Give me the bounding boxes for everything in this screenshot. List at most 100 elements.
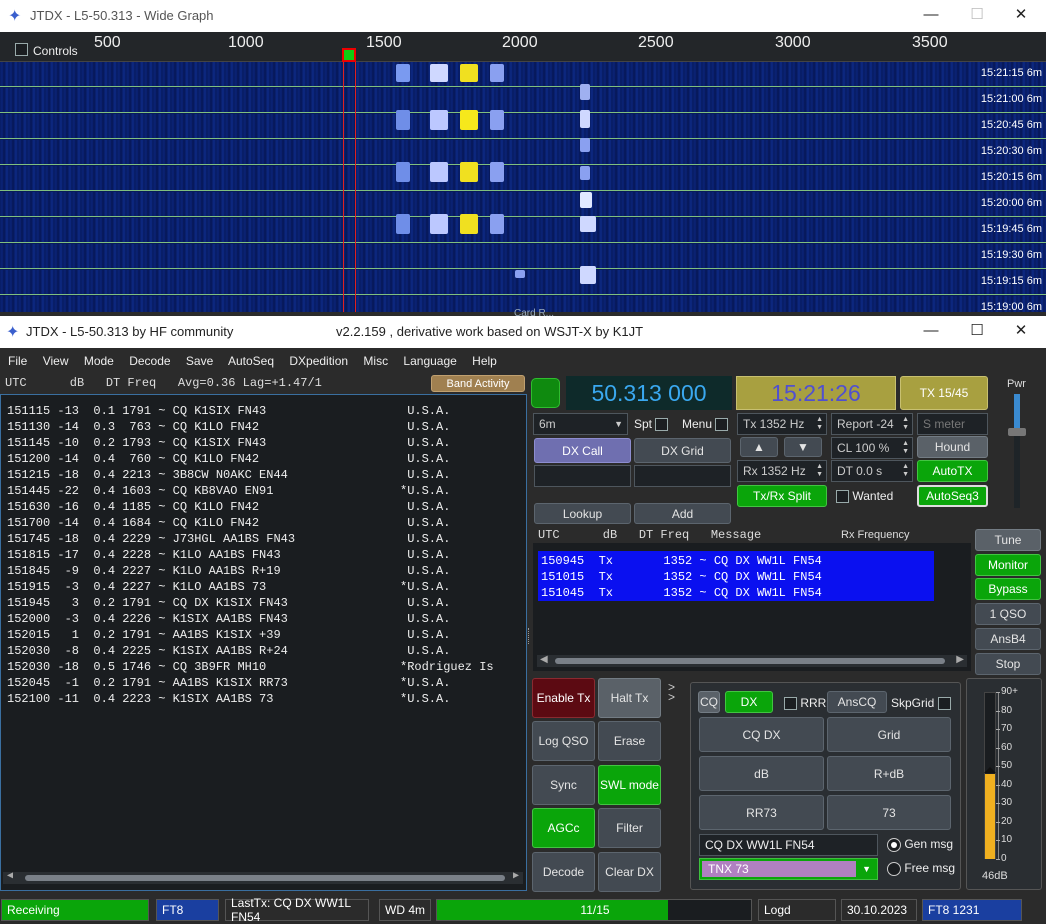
decode-row[interactable]: 151630 -16 0.4 1185 ~ CQ K1LO FN42 U.S.A… xyxy=(7,499,526,515)
cq-button[interactable]: CQ xyxy=(698,691,720,713)
scroll-thumb[interactable] xyxy=(555,658,945,664)
menu-file[interactable]: File xyxy=(8,354,27,368)
sync-button[interactable]: Sync xyxy=(532,765,595,805)
filter-button[interactable]: Filter xyxy=(598,808,661,848)
menu-mode[interactable]: Mode xyxy=(84,354,114,368)
decode-row[interactable]: 151200 -14 0.4 760 ~ CQ K1LO FN42 U.S.A. xyxy=(7,451,526,467)
scroll-left-icon[interactable]: ◀ xyxy=(7,870,13,882)
menu-autoseq[interactable]: AutoSeq xyxy=(228,354,274,368)
gen-msg-radio-group[interactable]: Gen msg xyxy=(887,837,953,852)
agcc-button[interactable]: AGCc xyxy=(532,808,595,848)
tx-freq-spinbox[interactable]: Tx 1352 Hz ▲ ▼ xyxy=(737,413,827,435)
menu-view[interactable]: View xyxy=(43,354,69,368)
decode-row[interactable]: 151915 -3 0.4 2227 ~ K1LO AA1BS 73 *U.S.A… xyxy=(7,579,526,595)
s-meter-input[interactable]: S meter xyxy=(917,413,988,435)
decode-row[interactable]: 151845 -9 0.4 2227 ~ K1LO AA1BS R+19 U.S… xyxy=(7,563,526,579)
spt-checkbox-group[interactable]: Spt xyxy=(634,417,669,432)
tx-message-row[interactable]: 151015 Tx 1352 ~ CQ DX WW1L FN54 xyxy=(541,569,934,585)
msg-rr73-button[interactable]: RR73 xyxy=(699,795,824,830)
decode-row[interactable]: 151130 -14 0.3 763 ~ CQ K1LO FN42 U.S.A. xyxy=(7,419,526,435)
dx-call-button[interactable]: DX Call xyxy=(534,438,631,463)
menu-misc[interactable]: Misc xyxy=(363,354,388,368)
tx-rx-split-button[interactable]: Tx/Rx Split xyxy=(737,485,827,507)
decode-row[interactable]: 151145 -10 0.2 1793 ~ CQ K1SIX FN43 U.S.… xyxy=(7,435,526,451)
log-qso-button[interactable]: Log QSO xyxy=(532,721,595,761)
spt-checkbox[interactable] xyxy=(655,418,669,432)
minimize-icon[interactable]: — xyxy=(908,316,954,346)
decode-row[interactable]: 151115 -13 0.1 1791 ~ CQ K1SIX FN43 U.S.… xyxy=(7,403,526,419)
msg-grid-button[interactable]: Grid xyxy=(827,717,951,752)
hound-button[interactable]: Hound xyxy=(917,436,988,458)
dial-frequency[interactable]: 50.313 000 xyxy=(566,376,732,410)
decode-row[interactable]: 152000 -3 0.4 2226 ~ K1SIX AA1BS FN43 U.… xyxy=(7,611,526,627)
waterfall[interactable]: 15:21:15 6m 15:21:00 6m 15:20:45 6m 15:2… xyxy=(0,62,1046,312)
skpgrid-checkbox[interactable] xyxy=(937,697,951,711)
tab-arrows-icon[interactable]: > > xyxy=(668,681,675,703)
free-msg-radio[interactable] xyxy=(887,861,901,876)
dx-grid-input[interactable] xyxy=(634,465,731,487)
scroll-thumb[interactable] xyxy=(25,875,505,881)
menu-decode[interactable]: Decode xyxy=(129,354,170,368)
dt-spinbox[interactable]: DT 0.0 s ▲ ▼ xyxy=(831,460,913,482)
wanted-checkbox-group[interactable]: Wanted xyxy=(836,489,893,504)
rrr-checkbox-group[interactable]: RRR xyxy=(784,696,826,711)
tx-freq-marker[interactable] xyxy=(342,48,356,62)
decode-row[interactable]: 151445 -22 0.4 1603 ~ CQ KB8VAO EN91 *U.S… xyxy=(7,483,526,499)
bypass-button[interactable]: Bypass xyxy=(975,578,1041,600)
tune-button[interactable]: Tune xyxy=(975,529,1041,551)
pwr-slider[interactable] xyxy=(1008,394,1026,508)
free-msg-radio-group[interactable]: Free msg xyxy=(887,861,955,876)
decode-row[interactable]: 151745 -18 0.4 2229 ~ J73HGL AA1BS FN43 … xyxy=(7,531,526,547)
maximize-icon[interactable]: ☐ xyxy=(954,0,1000,30)
tx-message-row[interactable]: 151045 Tx 1352 ~ CQ DX WW1L FN54 xyxy=(541,585,934,601)
menu-checkbox[interactable] xyxy=(715,418,729,432)
gen-msg-radio[interactable] xyxy=(887,837,901,852)
decode-row[interactable]: 152015 1 0.2 1791 ~ AA1BS K1SIX +39 U.S.… xyxy=(7,627,526,643)
msg-db-button[interactable]: dB xyxy=(699,756,824,791)
ansb4-button[interactable]: AnsB4 xyxy=(975,628,1041,650)
autotx-button[interactable]: AutoTX xyxy=(917,460,988,482)
decode-button[interactable]: Decode xyxy=(532,852,595,892)
free-msg-select[interactable]: TNX 73 ▼ xyxy=(699,858,878,880)
lookup-button[interactable]: Lookup xyxy=(534,503,631,524)
autoseq3-button[interactable]: AutoSeq3 xyxy=(917,485,988,507)
monitor-button[interactable]: Monitor xyxy=(975,554,1041,576)
halt-tx-button[interactable]: Halt Tx xyxy=(598,678,661,718)
add-button[interactable]: Add xyxy=(634,503,731,524)
scroll-left-icon[interactable]: ◀ xyxy=(540,654,548,665)
maximize-icon[interactable]: ☐ xyxy=(954,316,1000,346)
pwr-slider-handle[interactable] xyxy=(1008,428,1026,436)
msg-r-db-button[interactable]: R+dB xyxy=(827,756,951,791)
scroll-right-icon[interactable]: ▶ xyxy=(956,654,964,665)
close-icon[interactable]: ✕ xyxy=(998,316,1044,346)
rrr-checkbox[interactable] xyxy=(784,697,797,711)
skpgrid-checkbox-group[interactable]: SkpGrid xyxy=(891,696,951,711)
menu-save[interactable]: Save xyxy=(186,354,213,368)
menu-checkbox-group[interactable]: Menu xyxy=(682,417,729,432)
menu-help[interactable]: Help xyxy=(472,354,497,368)
band-activity-hscroll[interactable]: ◀ ▶ xyxy=(3,870,523,884)
cl-spinbox[interactable]: CL 100 % ▲ ▼ xyxy=(831,437,913,459)
band-select[interactable]: 6m ▼ xyxy=(533,413,628,435)
dx-toggle-button[interactable]: DX xyxy=(725,691,773,713)
swl-mode-button[interactable]: SWL mode xyxy=(598,765,661,805)
decode-row[interactable]: 152030 -18 0.5 1746 ~ CQ 3B9FR MH10 *Rodr… xyxy=(7,659,526,675)
band-activity-button[interactable]: Band Activity xyxy=(431,375,525,392)
report-spinbox[interactable]: Report -24 ▲ ▼ xyxy=(831,413,913,435)
clear-dx-button[interactable]: Clear DX xyxy=(598,852,661,892)
msg-cq-dx-button[interactable]: CQ DX xyxy=(699,717,824,752)
erase-button[interactable]: Erase xyxy=(598,721,661,761)
splitter-handle[interactable] xyxy=(528,628,531,644)
tx-period-button[interactable]: TX 15/45 xyxy=(900,376,988,410)
anscq-button[interactable]: AnsCQ xyxy=(827,691,887,713)
one-qso-button[interactable]: 1 QSO xyxy=(975,603,1041,625)
stop-button[interactable]: Stop xyxy=(975,653,1041,675)
scroll-right-icon[interactable]: ▶ xyxy=(513,870,519,882)
decode-row[interactable]: 151945 3 0.2 1791 ~ CQ DX K1SIX FN43 U.S… xyxy=(7,595,526,611)
freq-up-button[interactable]: ▲ xyxy=(740,437,778,457)
dx-grid-button[interactable]: DX Grid xyxy=(634,438,731,463)
controls-checkbox[interactable] xyxy=(15,42,28,57)
wanted-checkbox[interactable] xyxy=(836,490,849,504)
decode-row[interactable]: 152100 -11 0.4 2223 ~ K1SIX AA1BS 73 *U.S… xyxy=(7,691,526,707)
enable-tx-button[interactable]: Enable Tx xyxy=(532,678,595,718)
